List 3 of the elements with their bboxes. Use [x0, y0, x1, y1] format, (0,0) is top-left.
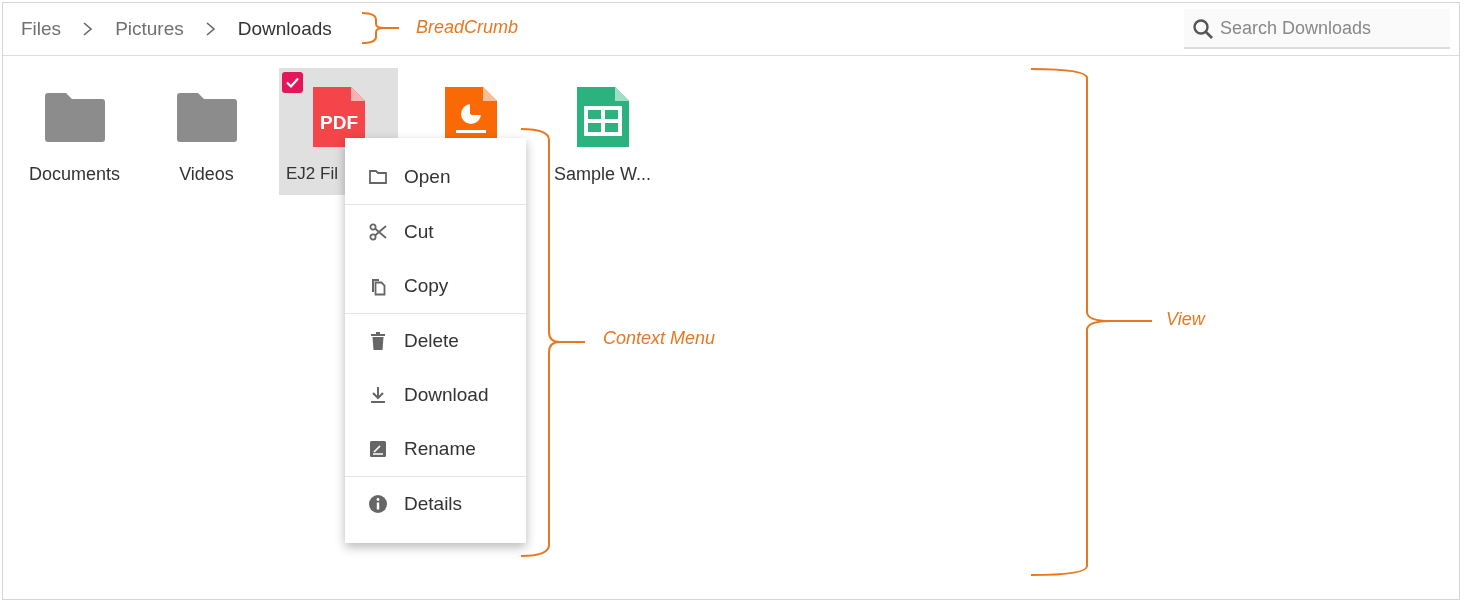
- annotation-label: BreadCrumb: [416, 17, 519, 38]
- annotation-label: Context Menu: [603, 328, 716, 349]
- annotation-label: View: [1166, 309, 1205, 330]
